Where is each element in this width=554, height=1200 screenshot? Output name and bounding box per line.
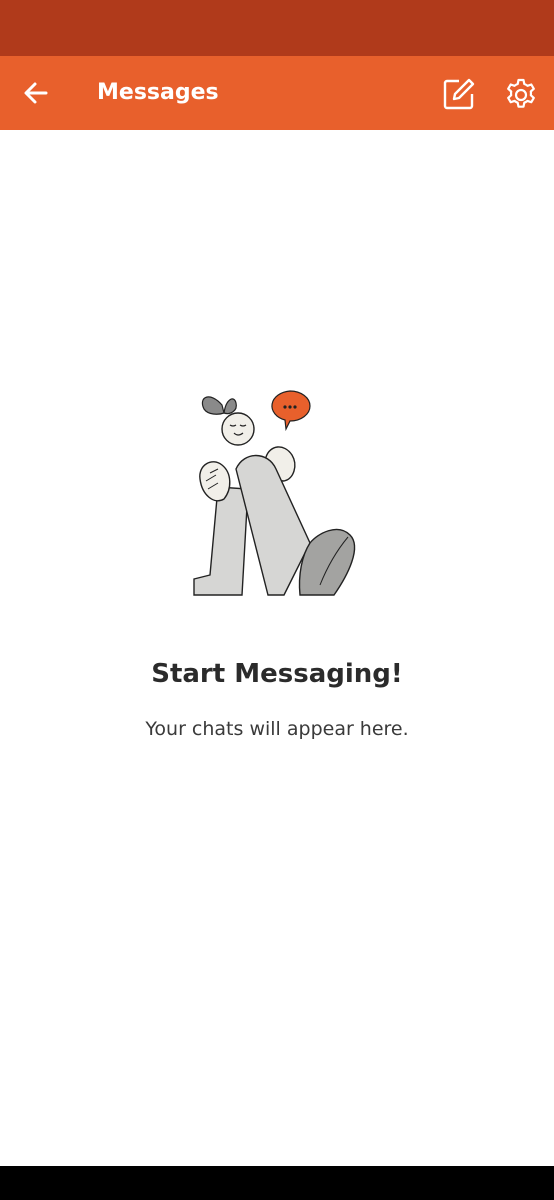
arrow-left-icon — [24, 82, 48, 104]
page-title: Messages — [97, 80, 219, 105]
gear-icon — [507, 78, 535, 108]
settings-button[interactable] — [500, 73, 542, 115]
chat-bubble-icon — [271, 390, 311, 432]
status-bar — [0, 0, 554, 56]
empty-state-illustration — [193, 390, 356, 596]
system-nav-bar — [0, 1166, 554, 1200]
empty-state-title: Start Messaging! — [151, 659, 403, 689]
compose-button[interactable] — [438, 73, 480, 115]
empty-state-subtitle: Your chats will appear here. — [145, 718, 409, 740]
back-button[interactable] — [16, 73, 56, 113]
compose-icon — [443, 78, 475, 110]
app-bar: Messages — [0, 56, 554, 130]
